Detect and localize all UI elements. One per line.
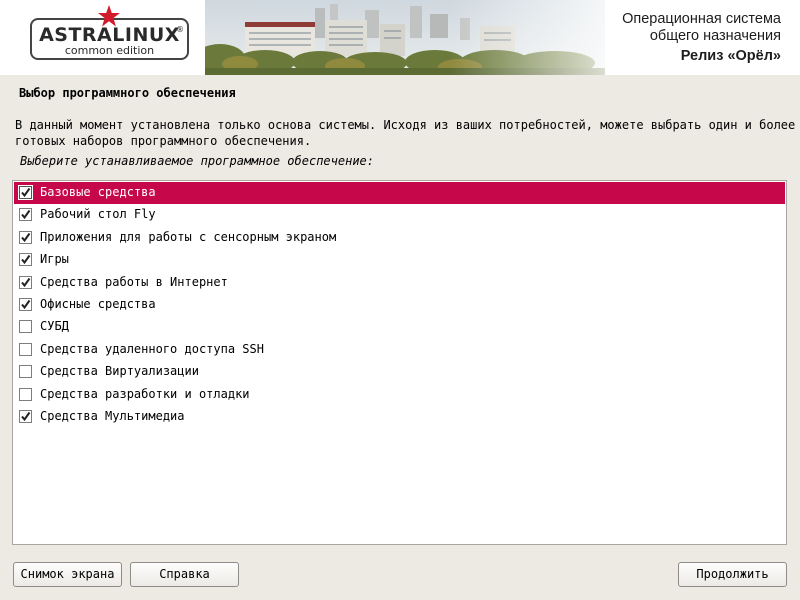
page-title: Выбор программного обеспечения	[19, 86, 236, 100]
banner-fade	[450, 0, 650, 75]
description-text: В данный момент установлена только основ…	[15, 117, 800, 149]
list-item-label: Базовые средства	[40, 185, 156, 199]
checkmark-icon	[21, 277, 31, 287]
os-name-line2: общего назначения	[649, 28, 781, 44]
description-line: готовых наборов программного обеспечения…	[15, 134, 312, 148]
list-item-label: Средства разработки и отладки	[40, 386, 250, 401]
list-item[interactable]: Приложения для работы с сенсорным экрано…	[14, 227, 785, 249]
list-item[interactable]: Рабочий стол Fly	[14, 204, 785, 226]
logo-area: ASTRALINUX ® common edition	[0, 0, 205, 75]
list-item-label: Игры	[40, 252, 69, 267]
continue-button[interactable]: Продолжить	[678, 562, 787, 587]
os-caption: Операционная система общего назначения Р…	[622, 11, 781, 66]
list-item[interactable]: Средства Виртуализации	[14, 361, 785, 383]
checkbox[interactable]	[19, 320, 32, 334]
list-prompt: Выберите устанавливаемое программное обе…	[20, 154, 375, 168]
logo-wordmark: ASTRALINUX	[39, 24, 180, 46]
os-name-line1: Операционная система	[622, 11, 781, 27]
checkmark-icon	[21, 255, 31, 265]
release-name: Релиз «Орёл»	[680, 48, 781, 64]
list-item-label: Офисные средства	[40, 297, 156, 311]
list-item[interactable]: Базовые средства	[14, 182, 785, 204]
list-item[interactable]: Офисные средства	[14, 294, 785, 316]
description-line: В данный момент установлена только основ…	[15, 118, 800, 132]
checkbox[interactable]	[19, 208, 32, 222]
list-item-label: Приложения для работы с сенсорным экрано…	[40, 229, 337, 244]
checkbox[interactable]	[19, 387, 32, 401]
header-banner: ASTRALINUX ® common edition Операционная…	[0, 0, 800, 75]
list-item-label: Рабочий стол Fly	[40, 207, 156, 222]
checkmark-icon	[21, 411, 31, 422]
logo-edition: common edition	[64, 44, 155, 57]
checkmark-icon	[21, 210, 31, 220]
list-item[interactable]: Игры	[14, 249, 785, 271]
checkbox[interactable]	[19, 298, 32, 311]
screenshot-button[interactable]: Снимок экрана	[13, 562, 122, 587]
list-item-label: Средства работы в Интернет	[40, 274, 228, 289]
checkbox[interactable]	[19, 186, 32, 199]
list-item-label: Средства Виртуализации	[40, 364, 199, 379]
help-button[interactable]: Справка	[130, 562, 239, 587]
list-item[interactable]: Средства работы в Интернет	[14, 272, 785, 294]
checkmark-icon	[21, 187, 31, 198]
checkbox[interactable]	[19, 275, 32, 289]
checkmark-icon	[21, 232, 31, 242]
list-item-label: Средства Мультимедиа	[40, 409, 185, 423]
list-item[interactable]: Средства разработки и отладки	[14, 384, 785, 406]
checkbox[interactable]	[19, 253, 32, 267]
list-item[interactable]: Средства удаленного доступа SSH	[14, 339, 785, 361]
checkbox[interactable]	[19, 342, 32, 356]
list-item-label: СУБД	[40, 319, 69, 334]
list-item[interactable]: Средства Мультимедиа	[14, 406, 785, 428]
list-item[interactable]: СУБД	[14, 316, 785, 338]
checkmark-icon	[21, 299, 31, 310]
star-icon	[98, 5, 120, 27]
checkbox[interactable]	[19, 365, 32, 379]
checkbox[interactable]	[19, 410, 32, 423]
list-item-label: Средства удаленного доступа SSH	[40, 341, 264, 356]
software-list[interactable]: Базовые средства Рабочий стол Fly Приложен…	[12, 180, 787, 545]
registered-mark: ®	[176, 25, 184, 34]
checkbox[interactable]	[19, 230, 32, 244]
